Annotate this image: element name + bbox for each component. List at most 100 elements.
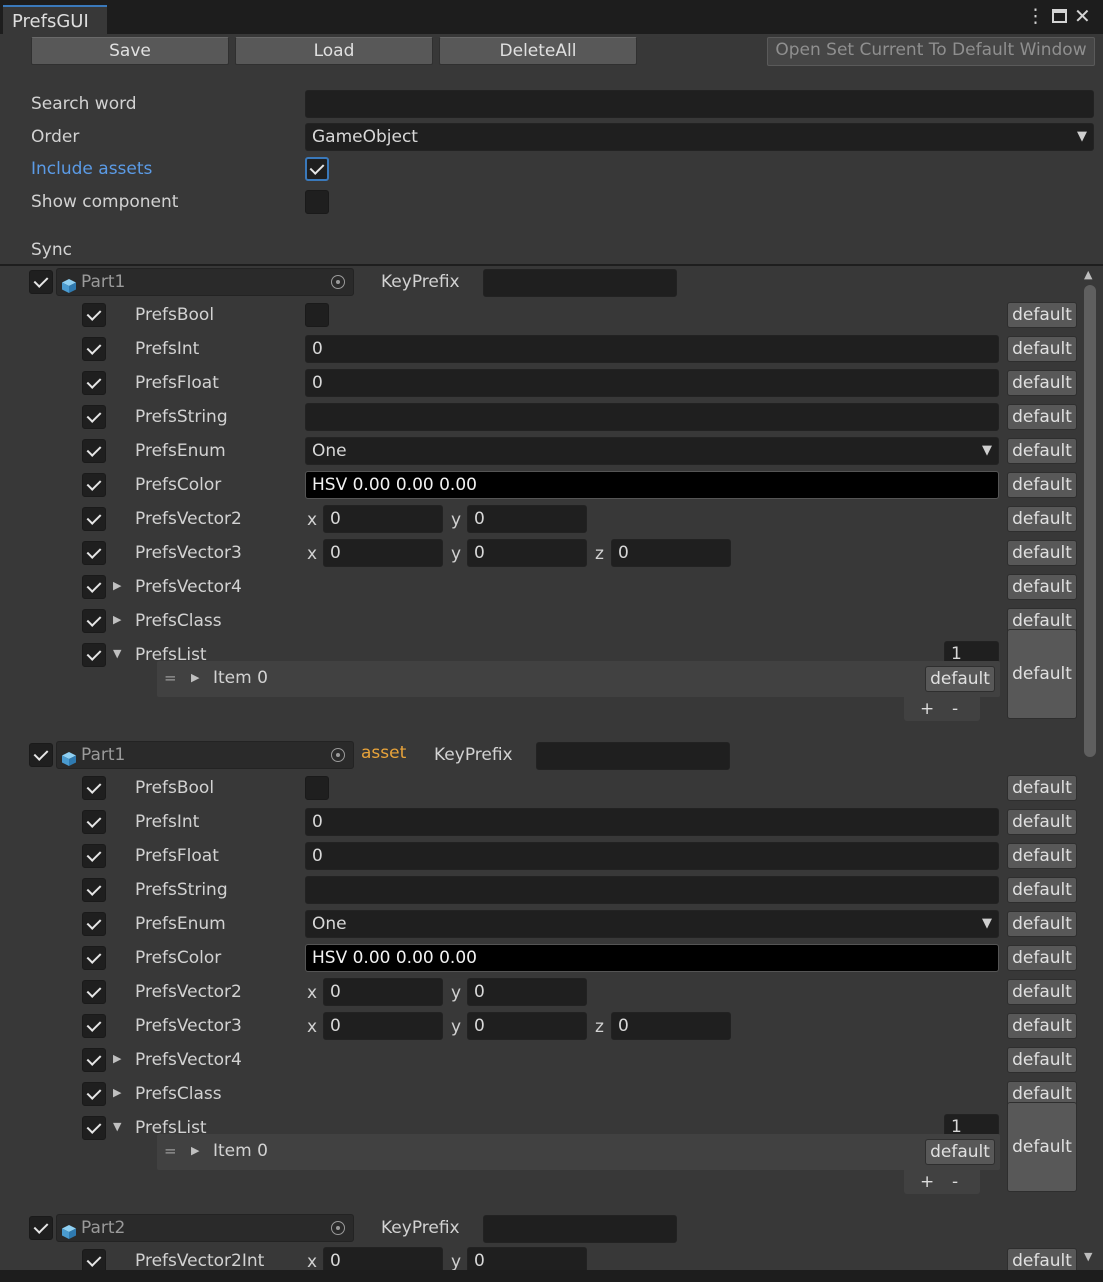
item-enabled-checkbox[interactable]	[82, 1014, 106, 1038]
drag-handle-icon[interactable]: =	[164, 1142, 177, 1160]
object-picker-icon[interactable]	[331, 1221, 345, 1235]
item-enabled-checkbox[interactable]	[82, 1249, 106, 1270]
z-input[interactable]: 0	[611, 1012, 731, 1040]
default-button[interactable]: default	[1007, 629, 1077, 719]
show-component-checkbox[interactable]	[305, 190, 329, 214]
foldout-closed-icon[interactable]: ▶	[191, 1144, 199, 1157]
scroll-down-icon[interactable]: ▼	[1084, 1250, 1092, 1263]
default-button[interactable]: default	[1007, 945, 1077, 971]
remove-item-icon[interactable]: -	[952, 699, 958, 719]
bool-checkbox[interactable]	[305, 776, 329, 800]
default-button[interactable]: default	[1007, 877, 1077, 903]
item-default-button[interactable]: default	[925, 1139, 995, 1165]
y-input[interactable]: 0	[467, 978, 587, 1006]
z-input[interactable]: 0	[611, 539, 731, 567]
y-input[interactable]: 0	[467, 1012, 587, 1040]
item-enabled-checkbox[interactable]	[82, 337, 106, 361]
foldout-closed-icon[interactable]: ▶	[191, 671, 199, 684]
foldout-closed-icon[interactable]: ▶	[113, 1086, 121, 1099]
group-enabled-checkbox[interactable]	[29, 1216, 53, 1240]
object-field[interactable]: Part1	[56, 268, 354, 296]
default-button[interactable]: default	[1007, 1248, 1077, 1270]
add-item-icon[interactable]: +	[920, 699, 934, 719]
foldout-closed-icon[interactable]: ▶	[113, 579, 121, 592]
value-input[interactable]: 0	[305, 842, 999, 870]
y-input[interactable]: 0	[467, 1247, 587, 1270]
item-enabled-checkbox[interactable]	[82, 575, 106, 599]
object-field[interactable]: Part1	[56, 741, 354, 769]
enum-dropdown[interactable]: One ▼	[305, 437, 999, 465]
default-button[interactable]: default	[1007, 336, 1077, 362]
x-input[interactable]: 0	[323, 1012, 443, 1040]
value-input[interactable]: 0	[305, 808, 999, 836]
item-enabled-checkbox[interactable]	[82, 1116, 106, 1140]
value-input[interactable]	[305, 876, 999, 904]
delete-all-button[interactable]: DeleteAll	[439, 37, 637, 65]
scrollbar-thumb[interactable]	[1084, 285, 1096, 757]
y-input[interactable]: 0	[467, 505, 587, 533]
color-field[interactable]: HSV 0.00 0.00 0.00	[305, 471, 999, 499]
drag-handle-icon[interactable]: =	[164, 669, 177, 687]
item-enabled-checkbox[interactable]	[82, 776, 106, 800]
default-button[interactable]: default	[1007, 1013, 1077, 1039]
default-button[interactable]: default	[1007, 1047, 1077, 1073]
default-button[interactable]: default	[1007, 979, 1077, 1005]
default-button[interactable]: default	[1007, 302, 1077, 328]
x-input[interactable]: 0	[323, 1247, 443, 1270]
item-enabled-checkbox[interactable]	[82, 541, 106, 565]
default-button[interactable]: default	[1007, 1102, 1077, 1192]
load-button[interactable]: Load	[235, 37, 433, 65]
order-dropdown[interactable]: GameObject ▼	[305, 123, 1094, 151]
object-field[interactable]: Part2	[56, 1214, 354, 1242]
item-enabled-checkbox[interactable]	[82, 912, 106, 936]
foldout-open-icon[interactable]: ▼	[113, 647, 121, 660]
object-picker-icon[interactable]	[331, 748, 345, 762]
default-button[interactable]: default	[1007, 775, 1077, 801]
item-enabled-checkbox[interactable]	[82, 473, 106, 497]
default-button[interactable]: default	[1007, 404, 1077, 430]
x-input[interactable]: 0	[323, 539, 443, 567]
default-button[interactable]: default	[1007, 506, 1077, 532]
maximize-icon[interactable]	[1052, 9, 1067, 23]
scroll-up-icon[interactable]: ▲	[1084, 268, 1092, 281]
x-input[interactable]: 0	[323, 978, 443, 1006]
default-button[interactable]: default	[1007, 472, 1077, 498]
item-enabled-checkbox[interactable]	[82, 878, 106, 902]
item-enabled-checkbox[interactable]	[82, 1048, 106, 1072]
group-enabled-checkbox[interactable]	[29, 743, 53, 767]
include-assets-checkbox[interactable]	[305, 157, 329, 181]
foldout-closed-icon[interactable]: ▶	[113, 1052, 121, 1065]
default-button[interactable]: default	[1007, 843, 1077, 869]
item-enabled-checkbox[interactable]	[82, 439, 106, 463]
open-default-window-button[interactable]: Open Set Current To Default Window	[767, 37, 1095, 66]
default-button[interactable]: default	[1007, 911, 1077, 937]
color-field[interactable]: HSV 0.00 0.00 0.00	[305, 944, 999, 972]
foldout-closed-icon[interactable]: ▶	[113, 613, 121, 626]
item-default-button[interactable]: default	[925, 666, 995, 692]
more-options-icon[interactable]: ⋮	[1026, 6, 1045, 26]
value-input[interactable]: 0	[305, 369, 999, 397]
item-enabled-checkbox[interactable]	[82, 405, 106, 429]
object-picker-icon[interactable]	[331, 275, 345, 289]
item-enabled-checkbox[interactable]	[82, 980, 106, 1004]
item-enabled-checkbox[interactable]	[82, 844, 106, 868]
save-button[interactable]: Save	[31, 37, 229, 65]
item-enabled-checkbox[interactable]	[82, 1082, 106, 1106]
item-enabled-checkbox[interactable]	[82, 371, 106, 395]
x-input[interactable]: 0	[323, 505, 443, 533]
item-enabled-checkbox[interactable]	[82, 303, 106, 327]
value-input[interactable]: 0	[305, 335, 999, 363]
item-enabled-checkbox[interactable]	[82, 507, 106, 531]
default-button[interactable]: default	[1007, 370, 1077, 396]
add-item-icon[interactable]: +	[920, 1172, 934, 1192]
bool-checkbox[interactable]	[305, 303, 329, 327]
item-enabled-checkbox[interactable]	[82, 810, 106, 834]
keyprefix-input[interactable]	[536, 742, 730, 770]
search-input[interactable]	[305, 90, 1094, 118]
item-enabled-checkbox[interactable]	[82, 643, 106, 667]
default-button[interactable]: default	[1007, 438, 1077, 464]
keyprefix-input[interactable]	[483, 269, 677, 297]
item-enabled-checkbox[interactable]	[82, 946, 106, 970]
window-tab[interactable]: PrefsGUI	[3, 5, 107, 34]
enum-dropdown[interactable]: One ▼	[305, 910, 999, 938]
